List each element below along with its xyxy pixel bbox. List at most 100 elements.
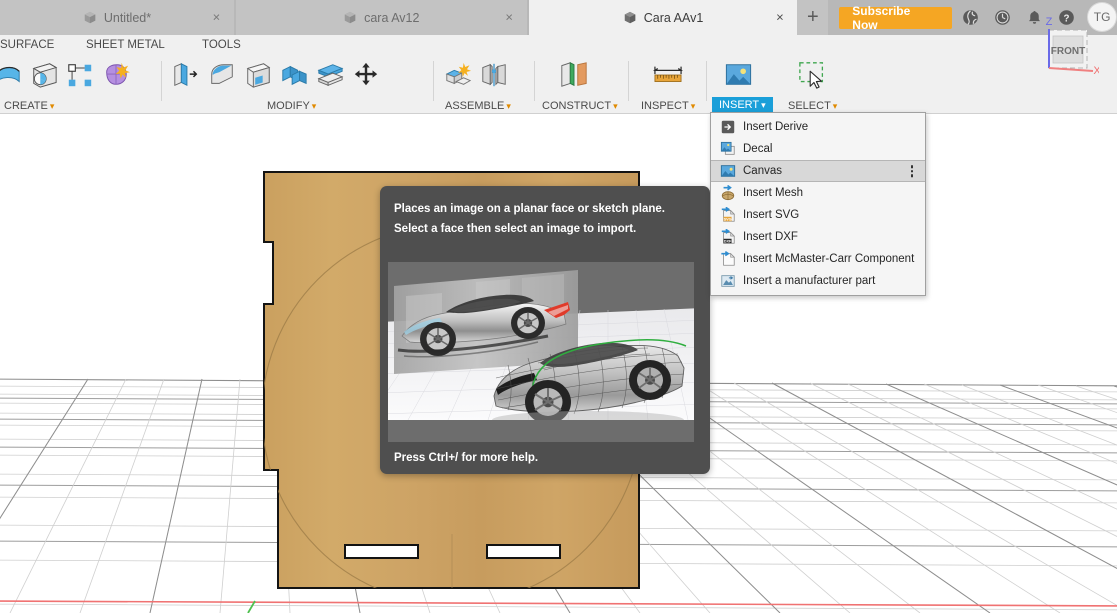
menu-item-label: Insert Mesh: [743, 187, 804, 199]
menu-item-label: Canvas: [743, 165, 782, 177]
menu-item-insert-svg[interactable]: SVG Insert SVG: [711, 204, 925, 226]
menu-item-decal[interactable]: Decal: [711, 138, 925, 160]
menu-item-label: Decal: [743, 143, 773, 155]
fusion360-window: Untitled* × cara Av12 × Cara AAv1 × + Su…: [0, 0, 1117, 613]
chevron-down-icon: ▾: [49, 101, 55, 111]
close-tab-icon[interactable]: ×: [210, 10, 223, 24]
modify-dropdown-label[interactable]: MODIFY ▾: [267, 100, 316, 112]
close-tab-icon[interactable]: ×: [773, 10, 786, 24]
assemble-joint-icon[interactable]: [476, 57, 512, 93]
ribbon-divider: [433, 61, 434, 101]
select-label-text: SELECT: [788, 100, 831, 112]
inspect-measure-icon[interactable]: [650, 57, 686, 93]
menu-item-insert-mesh[interactable]: Insert Mesh: [711, 182, 925, 204]
construct-label-text: CONSTRUCT: [542, 100, 612, 112]
recent-clock-icon[interactable]: [989, 0, 1015, 35]
cube-icon: [83, 11, 97, 25]
ribbon-tab-surface[interactable]: SURFACE: [0, 35, 54, 55]
cube-icon: [623, 11, 637, 25]
close-tab-icon[interactable]: ×: [503, 10, 516, 24]
inspect-dropdown-label[interactable]: INSPECT ▾: [641, 100, 695, 112]
cube-icon: [343, 11, 357, 25]
overflow-menu-icon[interactable]: [910, 165, 913, 177]
menu-item-label: Insert McMaster-Carr Component: [743, 253, 915, 265]
menu-item-label: Insert Derive: [743, 121, 809, 133]
select-window-icon[interactable]: [795, 57, 831, 93]
assemble-label-text: ASSEMBLE: [445, 100, 505, 112]
tooltip-line-1: Places an image on a planar face or sket…: [394, 203, 666, 215]
select-dropdown-label[interactable]: SELECT ▾: [788, 100, 837, 112]
create-patch-icon[interactable]: [0, 57, 26, 93]
canvas-tooltip: Places an image on a planar face or sket…: [380, 186, 710, 474]
modify-fillet-icon[interactable]: [204, 57, 240, 93]
insert-mesh-icon: [719, 185, 736, 202]
chevron-down-icon: ▾: [311, 101, 317, 111]
ribbon-divider: [534, 61, 535, 101]
svg-text:SVG: SVG: [723, 218, 731, 222]
document-tab-0[interactable]: Untitled* ×: [0, 0, 234, 35]
menu-item-insert-manufacturer-part[interactable]: Insert a manufacturer part: [711, 270, 925, 292]
menu-item-insert-dxf[interactable]: DXF Insert DXF: [711, 226, 925, 248]
insert-canvas-icon[interactable]: [720, 57, 756, 93]
subscribe-now-button[interactable]: Subscribe Now: [839, 4, 952, 32]
decal-icon: [719, 141, 736, 158]
document-tab-bar[interactable]: Untitled* × cara Av12 × Cara AAv1 × + Su…: [0, 0, 1117, 35]
canvas-example-image: [388, 262, 694, 442]
insert-svg-icon: SVG: [719, 207, 736, 224]
insert-derive-icon: [719, 119, 736, 136]
ribbon-tab-tools[interactable]: TOOLS: [202, 35, 241, 55]
modify-label-text: MODIFY: [267, 100, 310, 112]
insert-mcmaster-icon: [719, 251, 736, 268]
create-pattern-icon[interactable]: [62, 57, 98, 93]
menu-item-label: Insert a manufacturer part: [743, 275, 876, 287]
assemble-new-component-icon[interactable]: [440, 57, 476, 93]
create-label-text: CREATE: [4, 100, 48, 112]
document-tab-label: Untitled*: [103, 10, 152, 25]
ribbon-divider: [161, 61, 162, 101]
insert-manufacturer-part-icon: [719, 273, 736, 290]
create-form-icon[interactable]: [98, 57, 134, 93]
modify-split-face-icon[interactable]: [312, 57, 348, 93]
tooltip-line-2: Select a face then select an image to im…: [394, 223, 637, 235]
viewcube-axis-x: X: [1093, 65, 1099, 77]
document-tab-label: Cara AAv1: [643, 10, 704, 25]
slot-left[interactable]: [344, 544, 419, 559]
construct-offset-plane-icon[interactable]: [556, 57, 592, 93]
ribbon-divider: [628, 61, 629, 101]
viewcube[interactable]: FRONT Z X: [1027, 10, 1102, 100]
chevron-down-icon: ▾: [690, 101, 696, 111]
assemble-dropdown-label[interactable]: ASSEMBLE ▾: [445, 100, 511, 112]
menu-item-canvas[interactable]: Canvas: [711, 160, 925, 182]
world-icon[interactable]: [958, 0, 984, 35]
chevron-down-icon: ▾: [761, 100, 766, 110]
create-revolve-icon[interactable]: [26, 57, 62, 93]
modify-press-pull-icon[interactable]: [168, 57, 204, 93]
insert-dropdown-menu[interactable]: Insert Derive Decal Canvas Insert Mesh S…: [710, 112, 926, 296]
create-dropdown-label[interactable]: CREATE ▾: [4, 100, 54, 112]
document-tab-2-active[interactable]: Cara AAv1 ×: [528, 0, 798, 35]
construct-dropdown-label[interactable]: CONSTRUCT ▾: [542, 100, 618, 112]
chevron-down-icon: ▾: [613, 101, 618, 111]
viewcube-face-label: FRONT: [1051, 46, 1085, 57]
new-tab-button[interactable]: +: [797, 0, 829, 35]
ribbon-tab-sheet-metal[interactable]: SHEET METAL: [86, 35, 165, 55]
modify-combine-icon[interactable]: [276, 57, 312, 93]
menu-item-insert-mcmaster-carr[interactable]: Insert McMaster-Carr Component: [711, 248, 925, 270]
ribbon-tab-row[interactable]: SURFACE SHEET METAL TOOLS: [0, 35, 1117, 55]
insert-label-text: INSERT: [719, 99, 760, 111]
canvas-icon: [719, 163, 736, 180]
chevron-down-icon: ▾: [506, 101, 511, 111]
ribbon-divider: [706, 61, 707, 101]
document-tab-1[interactable]: cara Av12 ×: [235, 0, 527, 35]
modify-shell-icon[interactable]: [240, 57, 276, 93]
viewcube-axis-z: Z: [1046, 16, 1053, 28]
modify-move-copy-icon[interactable]: [348, 57, 384, 93]
insert-dxf-icon: DXF: [719, 229, 736, 246]
chevron-down-icon: ▾: [832, 101, 838, 111]
inspect-label-text: INSPECT: [641, 100, 689, 112]
menu-item-insert-derive[interactable]: Insert Derive: [711, 116, 925, 138]
document-tab-label: cara Av12: [364, 10, 420, 25]
menu-item-label: Insert SVG: [743, 209, 800, 221]
ribbon-toolbar[interactable]: CREATE ▾ MODIFY ▾ ASSEMBLE ▾ CONSTRUCT ▾…: [0, 55, 1117, 114]
slot-right[interactable]: [486, 544, 561, 559]
